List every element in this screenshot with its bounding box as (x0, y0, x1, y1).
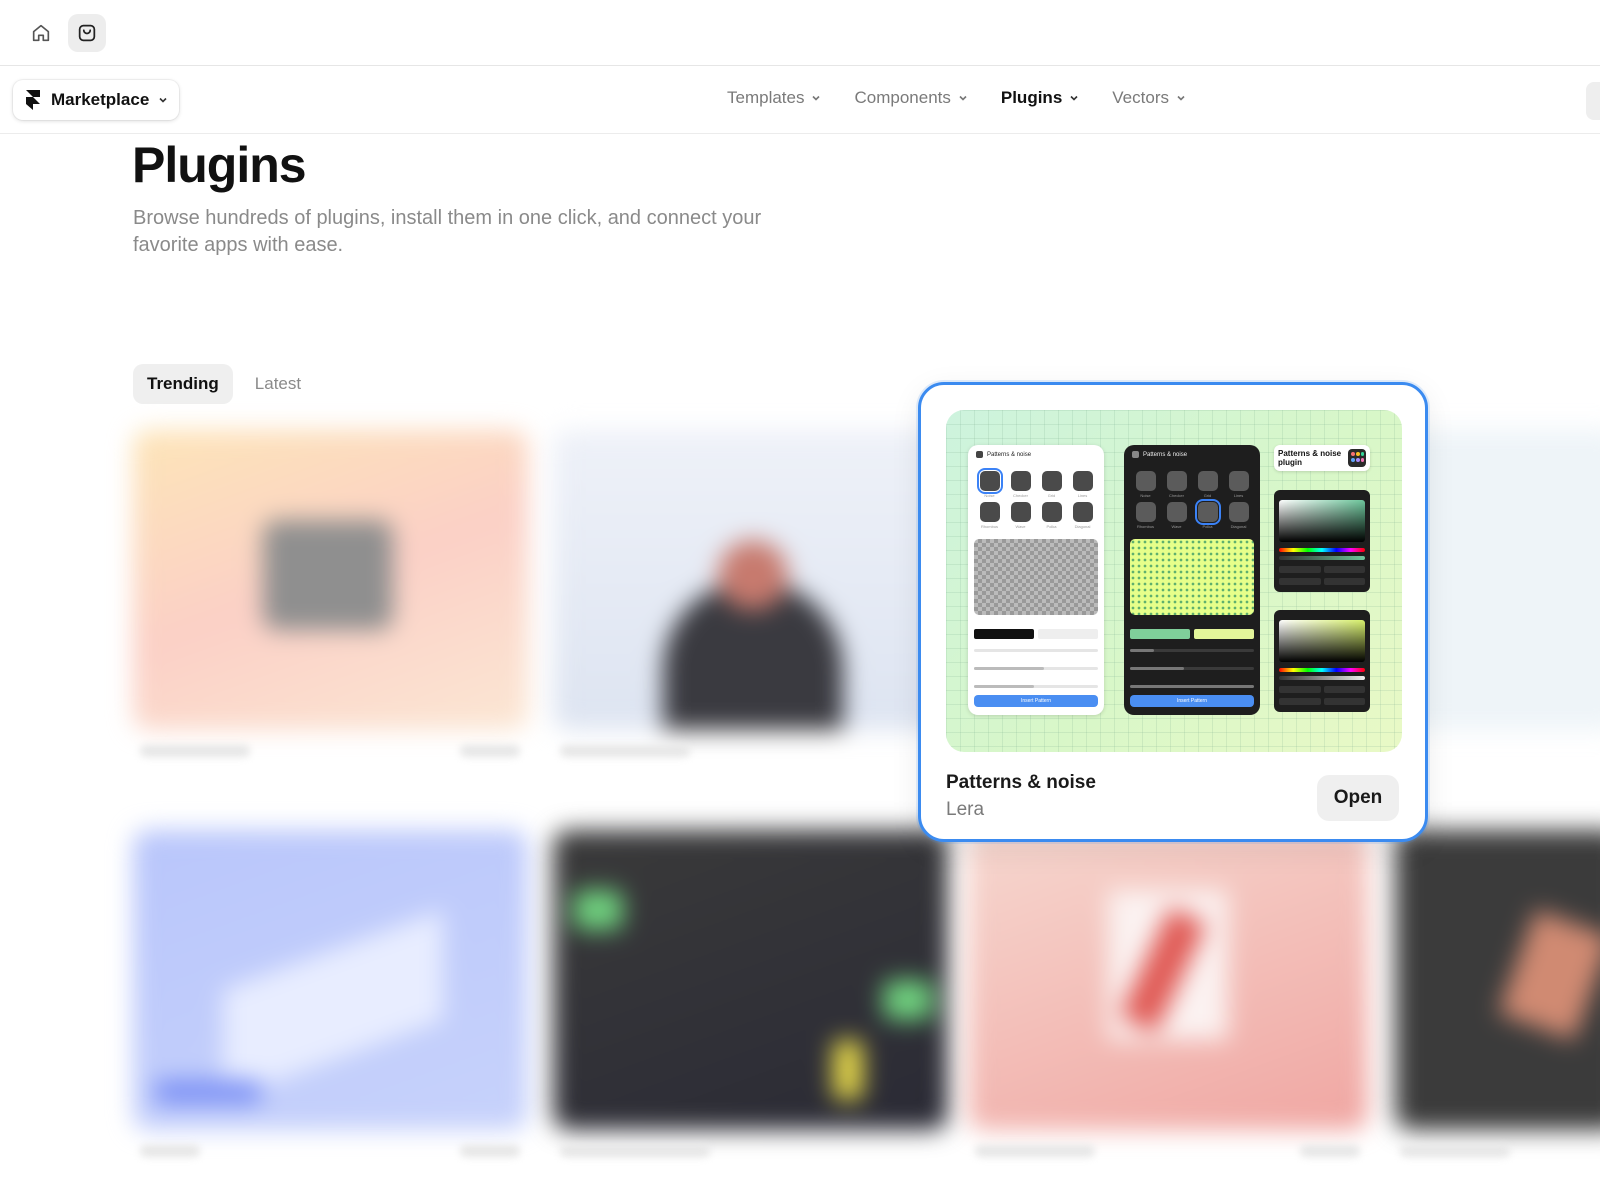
plugin-card[interactable] (1395, 830, 1600, 1130)
plugin-thumbnail[interactable]: Patterns & noise Noise Checker Grid Line… (946, 410, 1402, 752)
chevron-down-icon (812, 95, 821, 101)
card-meta (460, 745, 520, 757)
card-meta (1300, 1145, 1360, 1157)
panel-title: Patterns & noise (1143, 451, 1188, 458)
card-meta (140, 1145, 200, 1157)
card-meta (1400, 1145, 1510, 1157)
nav-plugins-label: Plugins (1000, 88, 1063, 107)
dark-panel-preview: Patterns & noise Noise Checker Grid Line… (1124, 445, 1260, 715)
plugin-author[interactable]: Lera (946, 799, 984, 821)
page-description: Browse hundreds of plugins, install them… (133, 207, 762, 256)
plugin-label-box: Patterns & noise plugin (1274, 445, 1370, 471)
marketplace-nav: Marketplace Templates Components Plugins… (0, 66, 1600, 134)
shopping-bag-icon[interactable] (68, 14, 106, 52)
plugin-card[interactable] (968, 830, 1368, 1130)
plugin-card[interactable] (553, 430, 948, 730)
card-meta (460, 1145, 520, 1157)
featured-plugin-card[interactable]: Patterns & noise Noise Checker Grid Line… (918, 382, 1428, 842)
tab-trending[interactable]: Trending (133, 364, 233, 404)
chevron-down-icon (159, 97, 167, 103)
card-meta (140, 745, 250, 757)
color-picker-preview (1274, 490, 1370, 592)
top-bar (0, 0, 1600, 66)
nav-templates-label: Templates (727, 88, 805, 107)
plugin-card[interactable] (133, 430, 528, 730)
nav-action-button[interactable] (1586, 82, 1600, 120)
open-button[interactable]: Open (1317, 775, 1399, 821)
plugin-name: Patterns & noise (946, 772, 1096, 793)
light-panel-preview: Patterns & noise Noise Checker Grid Line… (968, 445, 1104, 715)
nav-vectors[interactable]: Vectors (1112, 88, 1187, 108)
card-meta (560, 745, 690, 757)
page-title: Plugins (132, 137, 307, 193)
nav-components-label: Components (854, 88, 951, 107)
sort-tabs: Trending Latest (133, 364, 315, 404)
home-icon[interactable] (22, 14, 60, 52)
tab-latest[interactable]: Latest (241, 364, 315, 404)
plugin-card[interactable] (553, 830, 948, 1130)
plugin-logo-icon (1348, 449, 1366, 467)
background-picker-preview (1274, 610, 1370, 712)
chevron-down-icon (1177, 95, 1185, 101)
nav-components[interactable]: Components (854, 88, 968, 108)
card-meta (975, 1145, 1095, 1157)
chevron-down-icon (959, 95, 967, 101)
nav-templates[interactable]: Templates (727, 88, 822, 108)
marketplace-label: Marketplace (51, 90, 150, 109)
nav-plugins[interactable]: Plugins (1001, 88, 1080, 108)
nav-links: Templates Components Plugins Vectors (727, 88, 1187, 108)
nav-vectors-label: Vectors (1112, 88, 1169, 107)
chevron-down-icon (1070, 95, 1078, 101)
panel-title: Patterns & noise (987, 451, 1032, 458)
framer-logo-icon (26, 90, 40, 110)
marketplace-switcher[interactable]: Marketplace (13, 80, 179, 120)
plugin-card[interactable] (133, 830, 528, 1130)
card-meta (560, 1145, 710, 1157)
